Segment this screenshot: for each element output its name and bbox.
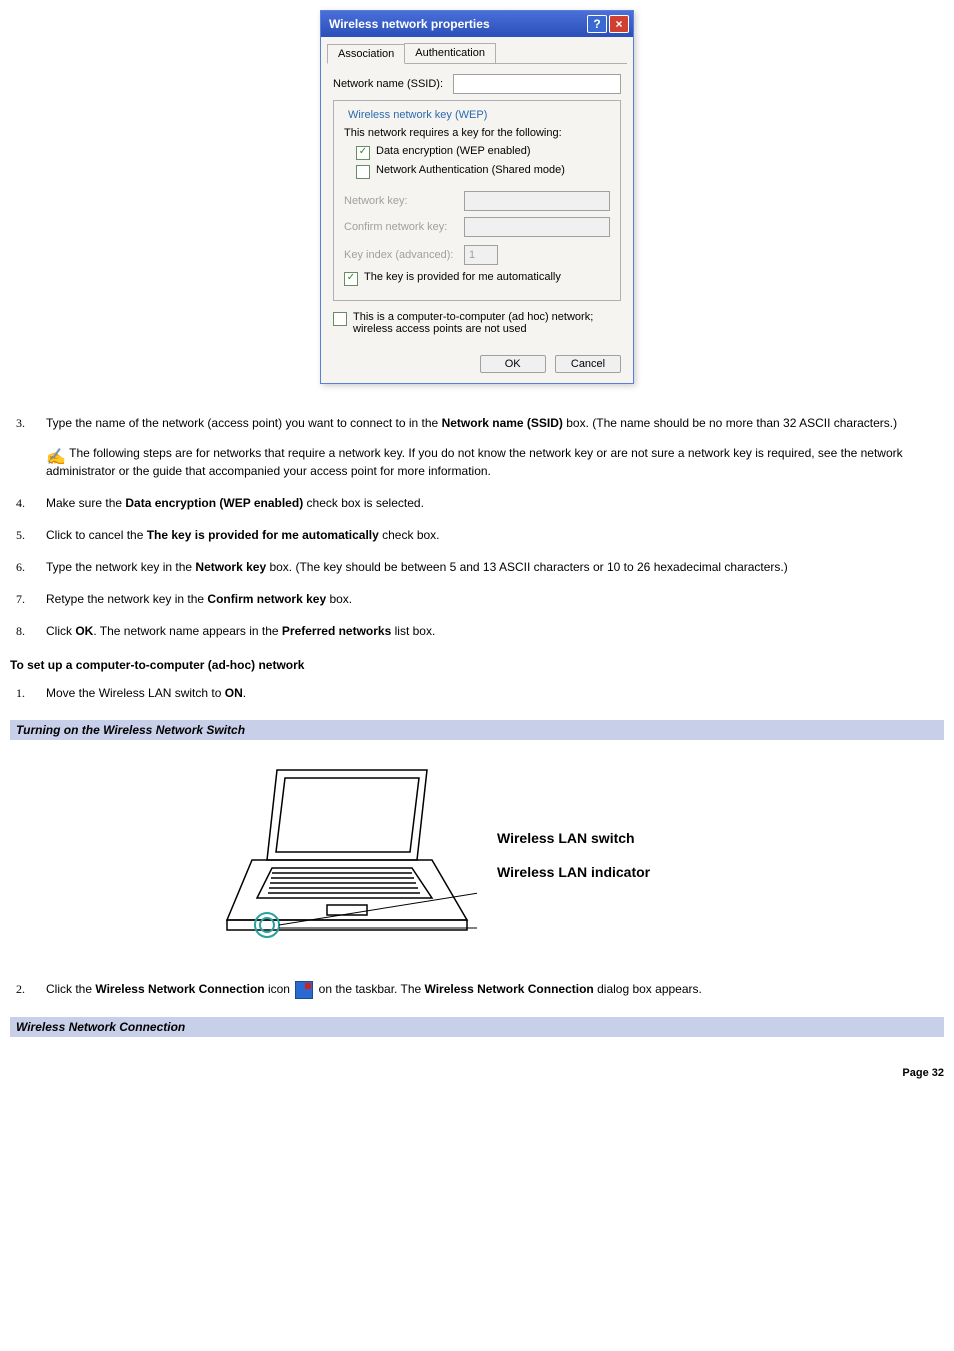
figure-caption-2: Wireless Network Connection (10, 1017, 944, 1037)
network-key-label: Network key: (344, 195, 464, 207)
wep-legend: Wireless network key (WEP) (344, 109, 491, 121)
key-auto-label: The key is provided for me automatically (364, 271, 561, 283)
adhoc-label: This is a computer-to-computer (ad hoc) … (353, 311, 621, 335)
instruction-list-b2: 2. Click the Wireless Network Connection… (10, 980, 944, 999)
step-8: 8. Click OK. The network name appears in… (10, 622, 944, 640)
wireless-connection-icon (295, 981, 313, 999)
association-panel: Network name (SSID): Wireless network ke… (321, 64, 633, 349)
wep-fieldset: Wireless network key (WEP) This network … (333, 100, 621, 301)
tab-authentication[interactable]: Authentication (404, 43, 496, 63)
step-4: 4. Make sure the Data encryption (WEP en… (10, 494, 944, 512)
laptop-illustration (197, 760, 477, 950)
ssid-input[interactable] (453, 74, 621, 94)
network-auth-label: Network Authentication (Shared mode) (376, 164, 565, 176)
label-wlan-switch: Wireless LAN switch (497, 830, 650, 846)
key-index-spinner[interactable]: 1 (464, 245, 498, 265)
dialog-tabs: Association Authentication (327, 43, 627, 64)
key-auto-checkbox[interactable] (344, 272, 358, 286)
page-number: Page 32 (10, 1067, 944, 1079)
wep-intro: This network requires a key for the foll… (344, 127, 610, 139)
dialog-title: Wireless network properties (329, 17, 585, 31)
laptop-figure: Wireless LAN switch Wireless LAN indicat… (197, 760, 757, 950)
ok-button[interactable]: OK (480, 355, 546, 373)
data-encryption-checkbox[interactable] (356, 146, 370, 160)
dialog-titlebar: Wireless network properties ? × (321, 11, 633, 37)
note-pencil-icon (46, 446, 66, 462)
step-6: 6. Type the network key in the Network k… (10, 558, 944, 576)
wireless-properties-dialog: Wireless network properties ? × Associat… (320, 10, 634, 384)
network-auth-checkbox[interactable] (356, 165, 370, 179)
help-button[interactable]: ? (587, 15, 607, 33)
step-7: 7. Retype the network key in the Confirm… (10, 590, 944, 608)
ssid-label: Network name (SSID): (333, 78, 453, 90)
instruction-list-a: 3. Type the name of the network (access … (10, 414, 944, 640)
network-key-input[interactable] (464, 191, 610, 211)
close-button[interactable]: × (609, 15, 629, 33)
key-index-label: Key index (advanced): (344, 249, 464, 261)
data-encryption-label: Data encryption (WEP enabled) (376, 145, 531, 157)
step-b2: 2. Click the Wireless Network Connection… (10, 980, 944, 999)
label-wlan-indicator: Wireless LAN indicator (497, 864, 650, 880)
cancel-button[interactable]: Cancel (555, 355, 621, 373)
tab-association[interactable]: Association (327, 44, 405, 64)
note-block: The following steps are for networks tha… (46, 444, 944, 480)
adhoc-checkbox[interactable] (333, 312, 347, 326)
adhoc-heading: To set up a computer-to-computer (ad-hoc… (10, 658, 944, 672)
step-5: 5. Click to cancel the The key is provid… (10, 526, 944, 544)
dialog-button-row: OK Cancel (321, 349, 633, 383)
step-3: 3. Type the name of the network (access … (10, 414, 944, 480)
figure-labels: Wireless LAN switch Wireless LAN indicat… (497, 812, 650, 898)
figure-caption-1: Turning on the Wireless Network Switch (10, 720, 944, 740)
instruction-list-b: 1. Move the Wireless LAN switch to ON. (10, 684, 944, 702)
confirm-key-input[interactable] (464, 217, 610, 237)
step-b1: 1. Move the Wireless LAN switch to ON. (10, 684, 944, 702)
confirm-key-label: Confirm network key: (344, 221, 464, 233)
